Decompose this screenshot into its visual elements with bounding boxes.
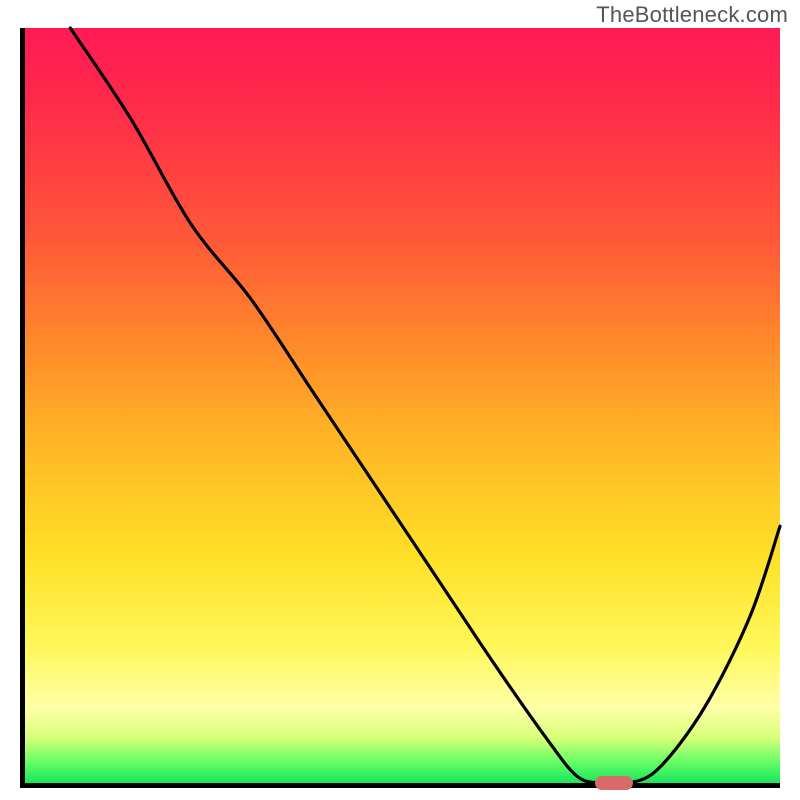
watermark-text: TheBottleneck.com xyxy=(596,2,788,28)
optimal-marker xyxy=(595,776,633,790)
chart-container: TheBottleneck.com xyxy=(0,0,800,800)
plot-area xyxy=(20,28,780,788)
bottleneck-curve xyxy=(70,28,780,784)
curve-layer xyxy=(25,28,780,783)
